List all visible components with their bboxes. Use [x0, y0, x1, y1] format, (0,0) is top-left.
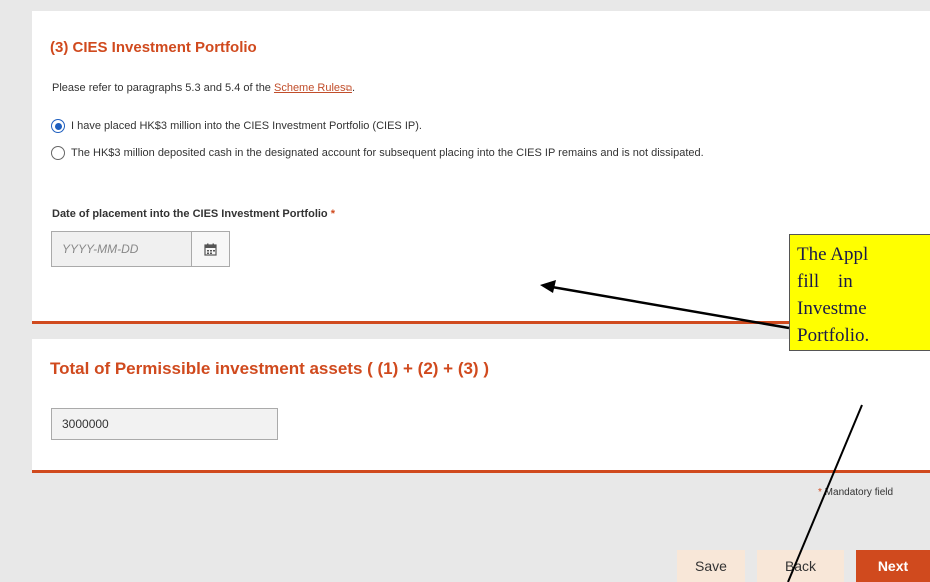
total-assets-field[interactable]	[51, 408, 278, 440]
reference-prefix: Please refer to paragraphs 5.3 and 5.4 o…	[52, 82, 274, 94]
scheme-rules-link[interactable]: Scheme Rules⧉	[274, 82, 352, 94]
date-field-label: Date of placement into the CIES Investme…	[52, 208, 335, 220]
callout-line: fill in	[797, 271, 853, 292]
radio-option-placed[interactable]: I have placed HK$3 million into the CIES…	[51, 119, 422, 133]
save-button[interactable]: Save	[677, 550, 745, 582]
calendar-icon	[204, 243, 217, 256]
total-title: Total of Permissible investment assets (…	[50, 359, 489, 378]
mandatory-note: * Mandatory field	[818, 487, 894, 498]
callout-line: Investme	[797, 298, 867, 319]
radio-button[interactable]	[51, 146, 65, 160]
radio-option-deposited[interactable]: The HK$3 million deposited cash in the d…	[51, 146, 704, 160]
callout-line: Portfolio.	[797, 325, 870, 346]
total-assets-section: Total of Permissible investment assets (…	[32, 339, 930, 473]
callout-line: The Appl	[797, 244, 869, 265]
radio-label: I have placed HK$3 million into the CIES…	[71, 120, 422, 132]
annotation-callout: The Appl fill in Investme Portfolio.	[789, 234, 930, 351]
back-button[interactable]: Back	[757, 550, 844, 582]
required-asterisk: *	[330, 208, 335, 220]
reference-suffix: .	[351, 82, 356, 94]
radio-label: The HK$3 million deposited cash in the d…	[71, 147, 704, 159]
calendar-button[interactable]	[192, 231, 230, 267]
next-button[interactable]: Next	[856, 550, 930, 582]
reference-text: Please refer to paragraphs 5.3 and 5.4 o…	[52, 82, 355, 94]
placement-date-input[interactable]	[51, 231, 192, 267]
radio-button-selected[interactable]	[51, 119, 65, 133]
section-title: (3) CIES Investment Portfolio	[50, 39, 257, 56]
